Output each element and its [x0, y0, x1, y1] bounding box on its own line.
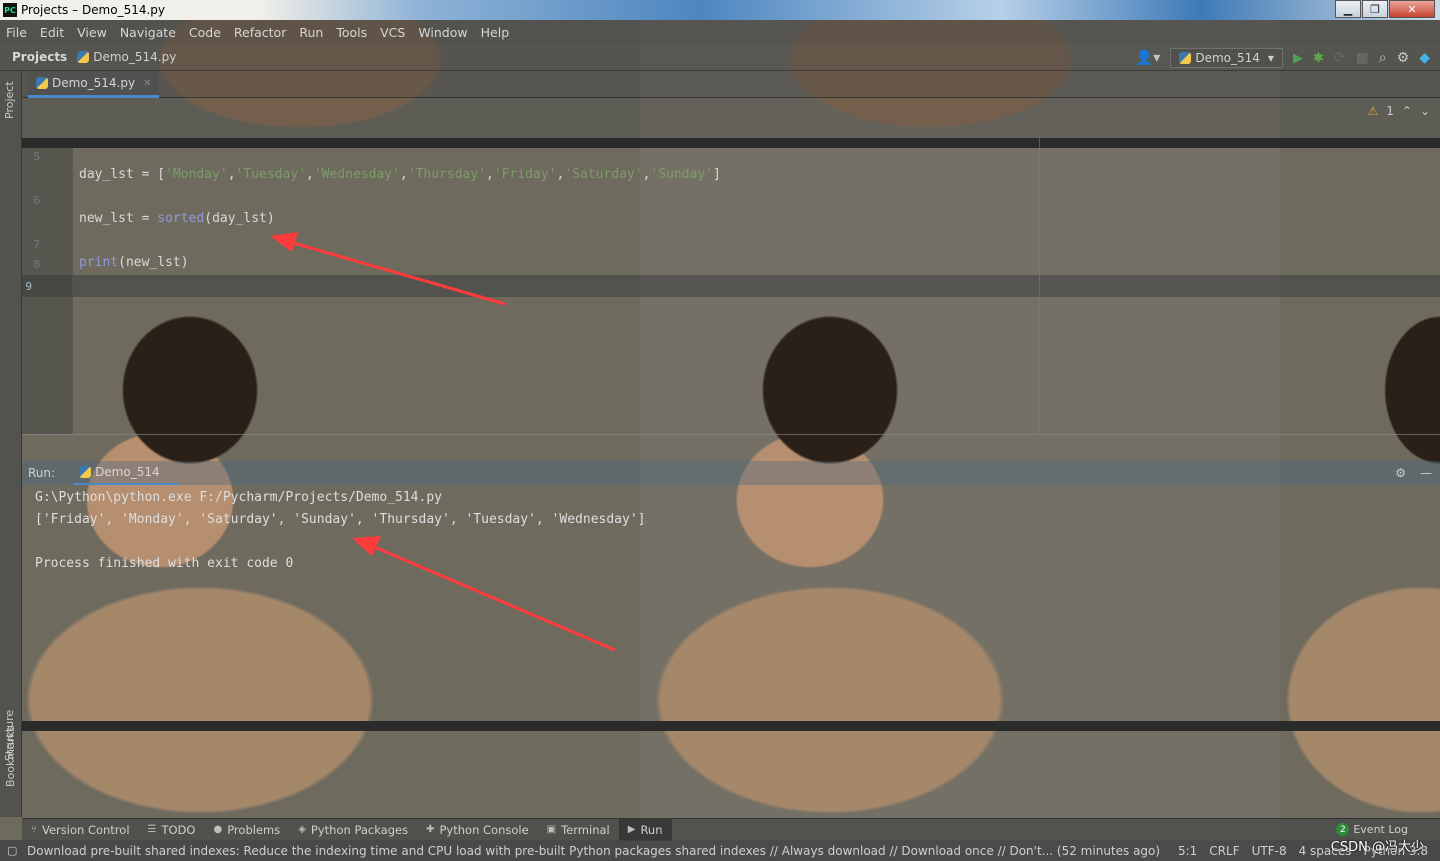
arrow-to-sorted: [270, 232, 506, 306]
arrow-to-output: [352, 536, 616, 652]
annotation-arrows: [270, 232, 616, 652]
watermark: CSDN @冯大少: [1330, 840, 1424, 855]
